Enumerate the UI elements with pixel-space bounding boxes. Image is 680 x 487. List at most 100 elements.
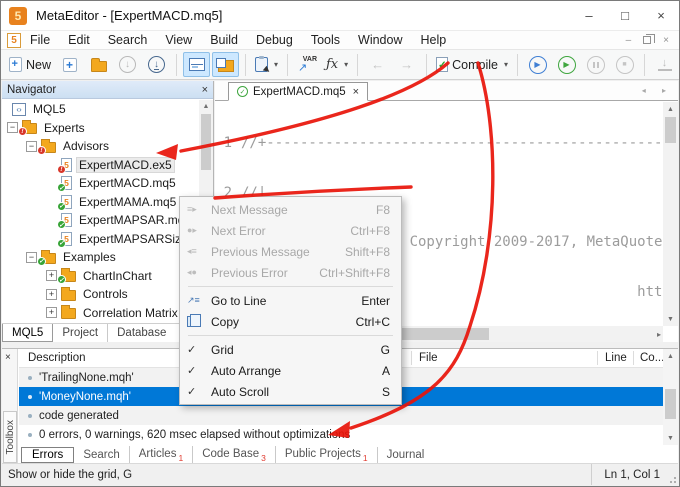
mdi-restore-icon[interactable]: [643, 34, 656, 44]
navigate-back-button[interactable]: ←: [364, 52, 391, 77]
previous-error-icon: ◂●: [187, 267, 197, 277]
mql5-file-icon: 5 ✓: [57, 194, 72, 211]
minimize-button[interactable]: –: [571, 1, 607, 31]
tree-item-expertmacd-mq5[interactable]: 5 ✓ ExpertMACD.mq5: [2, 174, 213, 193]
pause-icon: [586, 55, 605, 74]
run-button[interactable]: ▶: [553, 52, 580, 77]
toolbox-scrollbar[interactable]: ▲ ▼: [663, 349, 678, 445]
app-logo-icon: 5: [9, 6, 27, 25]
maximize-button[interactable]: □: [607, 1, 643, 31]
open-folder-icon: [90, 57, 107, 72]
resize-grip[interactable]: [667, 474, 676, 483]
menu-debug[interactable]: Debug: [247, 33, 302, 47]
grid-row[interactable]: 0 errors, 0 warnings, 620 msec elapsed w…: [19, 425, 678, 444]
menu-window[interactable]: Window: [349, 33, 411, 47]
scroll-up-icon[interactable]: ▲: [199, 100, 213, 113]
navigator-scrollbar[interactable]: ▲: [199, 100, 213, 200]
scrollbar-thumb[interactable]: [665, 117, 676, 143]
open-button[interactable]: [85, 52, 112, 77]
column-description[interactable]: Description: [28, 352, 86, 364]
toolbox-vertical-tab[interactable]: Toolbox: [3, 411, 17, 463]
scroll-up-icon[interactable]: ▲: [663, 102, 678, 116]
tab-expertmacd-mq5[interactable]: ✓ ExpertMACD.mq5 ×: [228, 82, 369, 101]
scroll-down-icon[interactable]: ▼: [663, 431, 678, 445]
start-debug-button[interactable]: ▶: [524, 52, 551, 77]
tab-scroll-arrows-icon[interactable]: ◂ ▸: [642, 86, 673, 95]
editor-vertical-scrollbar[interactable]: ▲ ▼: [663, 102, 678, 326]
toggle-toolbox-button[interactable]: [183, 52, 210, 77]
scrollbar-thumb[interactable]: [665, 389, 676, 419]
column-line[interactable]: Line: [605, 352, 627, 364]
tab-project[interactable]: Project: [53, 324, 107, 342]
tab-search[interactable]: Search: [74, 447, 128, 463]
download-icon: ↓: [148, 56, 165, 73]
menu-item-copy[interactable]: Copy Ctrl+C: [180, 311, 401, 332]
new-button[interactable]: New: [6, 52, 54, 77]
menu-item-grid[interactable]: ✓ Grid G: [180, 339, 401, 360]
new-window-button[interactable]: +: [56, 52, 83, 77]
expand-icon[interactable]: +: [46, 270, 57, 282]
debug-variable-button[interactable]: VAR ↗: [294, 52, 321, 77]
tree-item-mql5[interactable]: ‹› MQL5: [2, 100, 213, 119]
tab-errors[interactable]: Errors: [21, 447, 75, 463]
toolbox-close-icon[interactable]: ×: [5, 352, 11, 363]
tree-item-experts[interactable]: − ! Experts: [2, 119, 213, 138]
menu-item-auto-scroll[interactable]: ✓ Auto Scroll S: [180, 381, 401, 402]
menu-search[interactable]: Search: [99, 33, 157, 47]
download-button[interactable]: ↓: [143, 52, 170, 77]
tab-articles[interactable]: Articles 1: [128, 445, 192, 465]
tab-database[interactable]: Database: [107, 324, 175, 342]
tab-close-icon[interactable]: ×: [353, 86, 359, 98]
pause-button[interactable]: [582, 52, 609, 77]
scroll-down-icon[interactable]: ▼: [663, 312, 678, 326]
save-button[interactable]: ↓: [114, 52, 141, 77]
menu-edit[interactable]: Edit: [59, 33, 99, 47]
error-badge: !: [57, 164, 66, 174]
status-bar: Show or hide the grid, G Ln 1, Col 1: [2, 463, 678, 485]
insert-function-button[interactable]: ƒx ▾: [323, 52, 351, 77]
menu-build[interactable]: Build: [201, 33, 247, 47]
collapse-icon[interactable]: −: [26, 140, 37, 152]
tab-public-projects[interactable]: Public Projects 1: [274, 445, 377, 465]
dropdown-icon: ▾: [344, 60, 349, 69]
column-col[interactable]: Co...: [640, 352, 664, 364]
tab-mql5[interactable]: MQL5: [2, 324, 54, 342]
menu-file[interactable]: File: [21, 33, 59, 47]
folder-window-icon: [215, 57, 234, 72]
close-button[interactable]: ×: [643, 1, 679, 31]
collapse-icon[interactable]: −: [26, 251, 37, 263]
menu-help[interactable]: Help: [411, 33, 455, 47]
mdi-close-icon[interactable]: ×: [663, 35, 669, 46]
menu-item-auto-arrange[interactable]: ✓ Auto Arrange A: [180, 360, 401, 381]
collapse-icon[interactable]: −: [7, 122, 18, 134]
stop-button[interactable]: ■: [611, 52, 638, 77]
tab-code-base[interactable]: Code Base 3: [192, 445, 275, 465]
tree-item-expertmacd-ex5[interactable]: 5! ExpertMACD.ex5: [2, 156, 213, 175]
menu-tools[interactable]: Tools: [302, 33, 349, 47]
menu-view[interactable]: View: [156, 33, 201, 47]
editor-tab-bar: ✓ ExpertMACD.mq5 × ◂ ▸: [215, 81, 678, 101]
step-button[interactable]: ↓: [651, 52, 678, 77]
document-system-icon[interactable]: 5: [7, 32, 21, 48]
expand-icon[interactable]: +: [46, 288, 57, 300]
styler-button[interactable]: ▾: [252, 52, 281, 77]
expand-icon[interactable]: +: [46, 307, 57, 319]
compile-button[interactable]: Compile ▾: [433, 52, 511, 77]
scroll-up-icon[interactable]: ▲: [663, 349, 678, 363]
toolbar-separator: [426, 53, 428, 76]
tab-journal[interactable]: Journal: [376, 447, 434, 463]
grid-row[interactable]: code generated: [19, 406, 678, 425]
menu-item-go-to-line[interactable]: ↗≡ Go to Line Enter: [180, 290, 401, 311]
toggle-navigator-button[interactable]: [212, 52, 239, 77]
mdi-minimize-icon[interactable]: –: [626, 35, 632, 46]
bullet-icon: [28, 413, 32, 418]
navigator-close-icon[interactable]: ×: [202, 84, 208, 96]
scrollbar-thumb[interactable]: [201, 114, 211, 170]
navigate-forward-button[interactable]: →: [393, 52, 420, 77]
navigator-header: Navigator ×: [2, 81, 213, 99]
tree-item-advisors[interactable]: − ! Advisors: [2, 137, 213, 156]
column-file[interactable]: File: [419, 352, 438, 364]
checkmark-icon: ✓: [187, 365, 197, 377]
menu-item-previous-error: ◂● Previous Error Ctrl+Shift+F8: [187, 265, 390, 280]
scroll-right-icon[interactable]: ▸: [657, 330, 661, 339]
